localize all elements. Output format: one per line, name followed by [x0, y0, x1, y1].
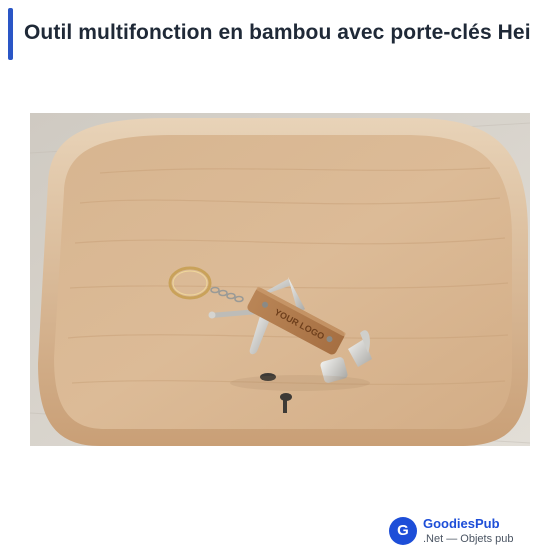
title-accent-bar: [8, 8, 13, 60]
page-header: Outil multifonction en bambou avec porte…: [0, 8, 560, 60]
product-photo-illustration: YOUR LOGO: [30, 113, 530, 446]
page-title: Outil multifonction en bambou avec porte…: [24, 21, 531, 44]
brand-subtitle: .Net — Objets pub: [423, 533, 514, 545]
brand-watermark[interactable]: G GoodiesPub .Net — Objets pub: [389, 514, 554, 550]
product-image: YOUR LOGO: [30, 113, 530, 446]
brand-name: GoodiesPub: [423, 516, 500, 531]
brand-logo-icon: G: [389, 517, 417, 545]
